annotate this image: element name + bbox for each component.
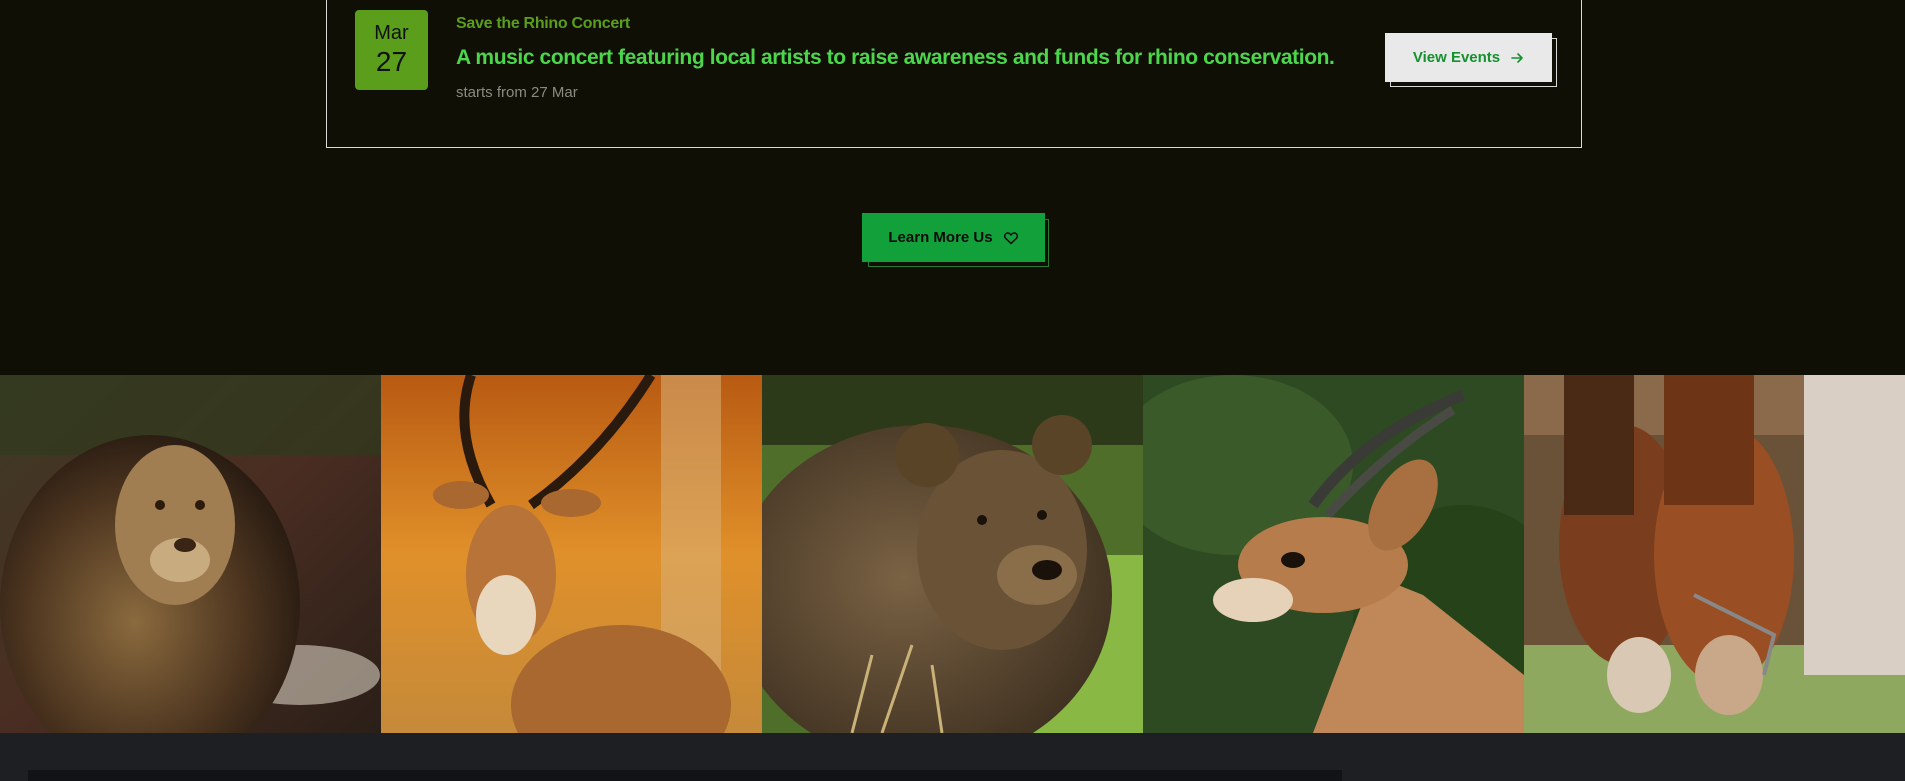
learn-more-label: Learn More Us [888,229,993,246]
date-badge: Mar 27 [355,10,428,90]
event-card: Mar 27 Save the Rhino Concert A music co… [326,0,1582,148]
learn-more-wrap: Learn More Us [862,213,1049,267]
arrow-right-icon [1510,51,1524,65]
footer-panel [28,770,1342,781]
view-events-wrap: View Events [1385,33,1557,87]
horses-image[interactable] [1524,375,1905,733]
brown-bear-image[interactable] [762,375,1143,733]
view-events-label: View Events [1412,49,1501,66]
impala-image[interactable] [381,375,762,733]
page: Mar 27 Save the Rhino Concert A music co… [0,0,1905,781]
event-start-date: starts from 27 Mar [456,84,578,101]
event-title: A music concert featuring local artists … [456,46,1335,69]
animal-gallery [0,375,1905,733]
date-day: 27 [375,46,408,77]
lion-image[interactable] [0,375,381,733]
event-label: Save the Rhino Concert [456,15,630,32]
footer [0,733,1905,781]
date-month: Mar [374,22,409,44]
learn-more-button[interactable]: Learn More Us [862,213,1045,262]
heart-icon [1003,230,1019,246]
antelope-image[interactable] [1143,375,1524,733]
view-events-button[interactable]: View Events [1385,33,1552,82]
